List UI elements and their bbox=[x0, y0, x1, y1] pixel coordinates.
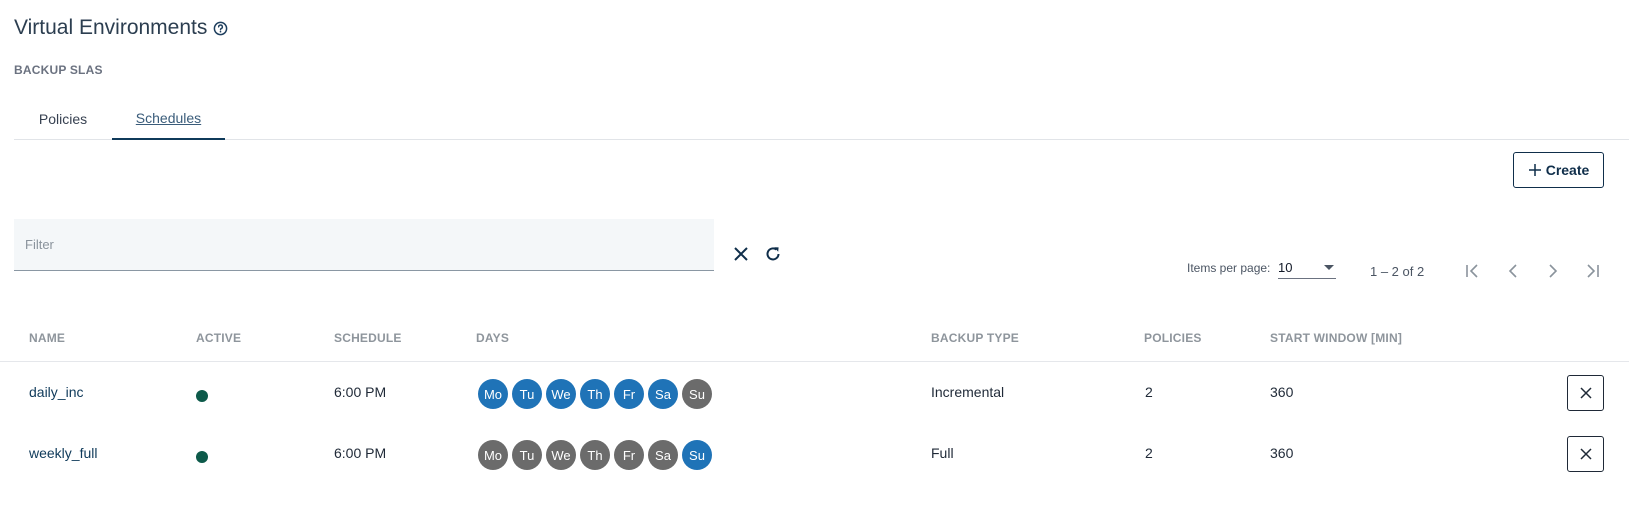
schedule-time: 6:00 PM bbox=[334, 384, 387, 400]
close-icon bbox=[1579, 387, 1592, 399]
active-status-dot bbox=[196, 451, 208, 463]
first-page-icon bbox=[1466, 264, 1478, 278]
start-window: 360 bbox=[1270, 445, 1294, 461]
items-per-page-value: 10 bbox=[1278, 260, 1293, 275]
section-subtitle: BACKUP SLAS bbox=[14, 63, 103, 77]
delete-button[interactable] bbox=[1567, 375, 1604, 411]
day-badge-su: Su bbox=[682, 440, 712, 470]
day-badge-we: We bbox=[546, 379, 576, 409]
schedule-name-link[interactable]: weekly_full bbox=[29, 445, 97, 461]
page: Virtual Environments BACKUP SLAS Policie… bbox=[0, 0, 1629, 506]
table-row: daily_inc 6:00 PM Mo Tu We Th Fr Sa Su I… bbox=[0, 362, 1629, 423]
day-badge-sa: Sa bbox=[648, 440, 678, 470]
help-icon[interactable] bbox=[213, 21, 228, 36]
items-per-page-label: Items per page: bbox=[1187, 261, 1271, 275]
clear-filter-button[interactable] bbox=[729, 242, 753, 266]
last-page-button[interactable] bbox=[1579, 258, 1605, 284]
column-header-backup-type[interactable]: BACKUP TYPE bbox=[931, 331, 1019, 345]
create-button-label: Create bbox=[1545, 162, 1590, 178]
filter-field[interactable] bbox=[14, 219, 714, 271]
chevron-right-icon bbox=[1549, 264, 1558, 278]
day-badge-we: We bbox=[546, 440, 576, 470]
title-row: Virtual Environments bbox=[14, 16, 228, 40]
close-icon bbox=[1579, 448, 1592, 460]
start-window: 360 bbox=[1270, 384, 1294, 400]
refresh-button[interactable] bbox=[761, 242, 785, 266]
day-badge-sa: Sa bbox=[648, 379, 678, 409]
tab-policies[interactable]: Policies bbox=[14, 98, 112, 140]
next-page-button[interactable] bbox=[1540, 258, 1566, 284]
refresh-icon bbox=[766, 247, 780, 261]
column-header-days[interactable]: DAYS bbox=[476, 331, 509, 345]
days-indicator: Mo Tu We Th Fr Sa Su bbox=[478, 379, 712, 409]
day-badge-tu: Tu bbox=[512, 440, 542, 470]
day-badge-th: Th bbox=[580, 440, 610, 470]
items-per-page-select[interactable]: 10 bbox=[1278, 257, 1336, 279]
page-title: Virtual Environments bbox=[14, 16, 208, 39]
column-header-name[interactable]: NAME bbox=[29, 331, 65, 345]
active-status-dot bbox=[196, 390, 208, 402]
day-badge-mo: Mo bbox=[478, 379, 508, 409]
previous-page-button[interactable] bbox=[1500, 258, 1526, 284]
day-badge-tu: Tu bbox=[512, 379, 542, 409]
chevron-left-icon bbox=[1508, 264, 1517, 278]
schedules-table: NAME ACTIVE SCHEDULE DAYS BACKUP TYPE PO… bbox=[0, 316, 1629, 484]
day-badge-th: Th bbox=[580, 379, 610, 409]
first-page-button[interactable] bbox=[1460, 258, 1486, 284]
caret-down-icon bbox=[1324, 265, 1334, 270]
day-badge-su: Su bbox=[682, 379, 712, 409]
delete-button[interactable] bbox=[1567, 436, 1604, 472]
day-badge-fr: Fr bbox=[614, 440, 644, 470]
last-page-icon bbox=[1587, 264, 1599, 278]
column-header-start-window[interactable]: START WINDOW [MIN] bbox=[1270, 331, 1402, 345]
column-header-active[interactable]: ACTIVE bbox=[196, 331, 241, 345]
filter-input[interactable] bbox=[25, 237, 714, 252]
table-header: NAME ACTIVE SCHEDULE DAYS BACKUP TYPE PO… bbox=[0, 316, 1629, 362]
close-icon bbox=[734, 247, 748, 261]
backup-type: Incremental bbox=[931, 384, 1005, 400]
tab-schedules[interactable]: Schedules bbox=[112, 98, 225, 140]
plus-icon bbox=[1528, 163, 1542, 177]
schedule-name-link[interactable]: daily_inc bbox=[29, 384, 83, 400]
create-button[interactable]: Create bbox=[1513, 152, 1604, 188]
tab-bar: Policies Schedules bbox=[14, 98, 1629, 140]
backup-type: Full bbox=[931, 445, 954, 461]
policies-count: 2 bbox=[1145, 445, 1153, 461]
table-row: weekly_full 6:00 PM Mo Tu We Th Fr Sa Su… bbox=[0, 423, 1629, 484]
column-header-schedule[interactable]: SCHEDULE bbox=[334, 331, 402, 345]
column-header-policies[interactable]: POLICIES bbox=[1144, 331, 1202, 345]
schedule-time: 6:00 PM bbox=[334, 445, 387, 461]
day-badge-fr: Fr bbox=[614, 379, 644, 409]
days-indicator: Mo Tu We Th Fr Sa Su bbox=[478, 440, 712, 470]
policies-count: 2 bbox=[1145, 384, 1153, 400]
day-badge-mo: Mo bbox=[478, 440, 508, 470]
pagination-range: 1 – 2 of 2 bbox=[1370, 264, 1425, 279]
